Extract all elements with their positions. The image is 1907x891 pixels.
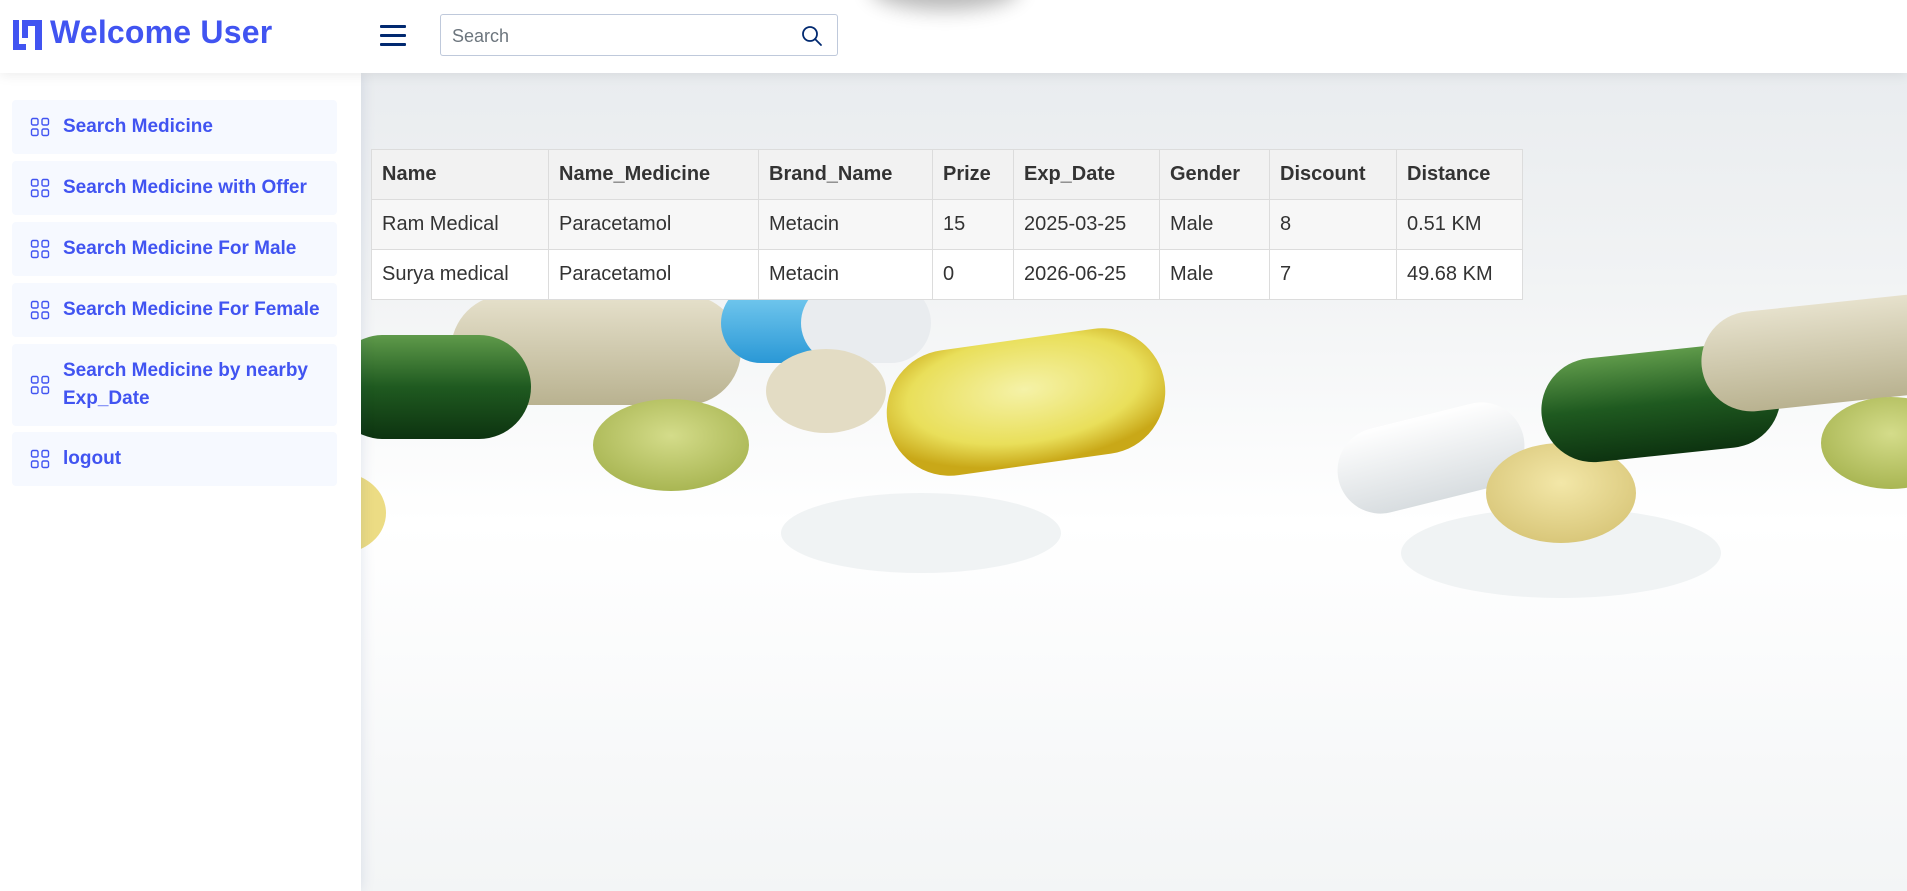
table-cell: 49.68 KM xyxy=(1396,249,1523,300)
logo-icon[interactable] xyxy=(11,16,45,53)
grid-icon xyxy=(30,449,50,469)
sidebar-item-search-medicine[interactable]: Search Medicine xyxy=(12,100,337,154)
table-cell: 2025-03-25 xyxy=(1013,199,1160,250)
brand-title[interactable]: Welcome User xyxy=(50,14,272,51)
table-row: Surya medical Paracetamol Metacin 0 2026… xyxy=(371,249,1523,300)
table-cell: 0.51 KM xyxy=(1396,199,1523,250)
grid-icon xyxy=(30,300,50,320)
table-cell: 7 xyxy=(1269,249,1397,300)
sidebar-item-label: Search Medicine xyxy=(63,116,213,137)
sidebar-item-search-medicine-exp-date[interactable]: Search Medicine by nearby Exp_Date xyxy=(12,344,337,426)
table-cell: Paracetamol xyxy=(548,199,759,250)
grid-icon xyxy=(30,375,50,395)
sidebar-item-search-medicine-male[interactable]: Search Medicine For Male xyxy=(12,222,337,276)
column-header-discount: Discount xyxy=(1269,149,1397,200)
sidebar-item-label: logout xyxy=(63,448,122,469)
sidebar-item-search-medicine-offer[interactable]: Search Medicine with Offer xyxy=(12,161,337,215)
column-header-gender: Gender xyxy=(1159,149,1270,200)
table-header-row: Name Name_Medicine Brand_Name Prize Exp_… xyxy=(371,149,1523,200)
grid-icon xyxy=(30,117,50,137)
search-bar xyxy=(440,14,838,56)
table-cell: Male xyxy=(1159,199,1270,250)
sidebar: Search Medicine Search Medicine with Off… xyxy=(0,73,361,891)
sidebar-item-label: Search Medicine by nearby Exp_Date xyxy=(63,360,308,409)
column-header-brand-name: Brand_Name xyxy=(758,149,933,200)
table-cell: Ram Medical xyxy=(371,199,549,250)
column-header-exp-date: Exp_Date xyxy=(1013,149,1160,200)
search-input[interactable] xyxy=(450,23,784,49)
grid-icon xyxy=(30,178,50,198)
column-header-name: Name xyxy=(371,149,549,200)
column-header-name-medicine: Name_Medicine xyxy=(548,149,759,200)
table-cell: Metacin xyxy=(758,199,933,250)
table-row: Ram Medical Paracetamol Metacin 15 2025-… xyxy=(371,199,1523,250)
search-icon[interactable] xyxy=(801,25,823,47)
table-cell: 2026-06-25 xyxy=(1013,249,1160,300)
column-header-distance: Distance xyxy=(1396,149,1523,200)
sidebar-item-label: Search Medicine For Male xyxy=(63,238,297,259)
medicine-results-table: Name Name_Medicine Brand_Name Prize Exp_… xyxy=(371,149,1523,300)
table-cell: 0 xyxy=(932,249,1014,300)
table-cell: Metacin xyxy=(758,249,933,300)
table-cell: 15 xyxy=(932,199,1014,250)
table-cell: Male xyxy=(1159,249,1270,300)
hamburger-menu-icon[interactable] xyxy=(378,22,408,50)
sidebar-item-label: Search Medicine with Offer xyxy=(63,177,307,198)
sidebar-item-logout[interactable]: logout xyxy=(12,432,337,486)
table-cell: 8 xyxy=(1269,199,1397,250)
sidebar-item-label: Search Medicine For Female xyxy=(63,299,320,320)
grid-icon xyxy=(30,239,50,259)
sidebar-item-search-medicine-female[interactable]: Search Medicine For Female xyxy=(12,283,337,337)
table-cell: Paracetamol xyxy=(548,249,759,300)
table-cell: Surya medical xyxy=(371,249,549,300)
column-header-prize: Prize xyxy=(932,149,1014,200)
header: Welcome User xyxy=(0,0,1907,73)
